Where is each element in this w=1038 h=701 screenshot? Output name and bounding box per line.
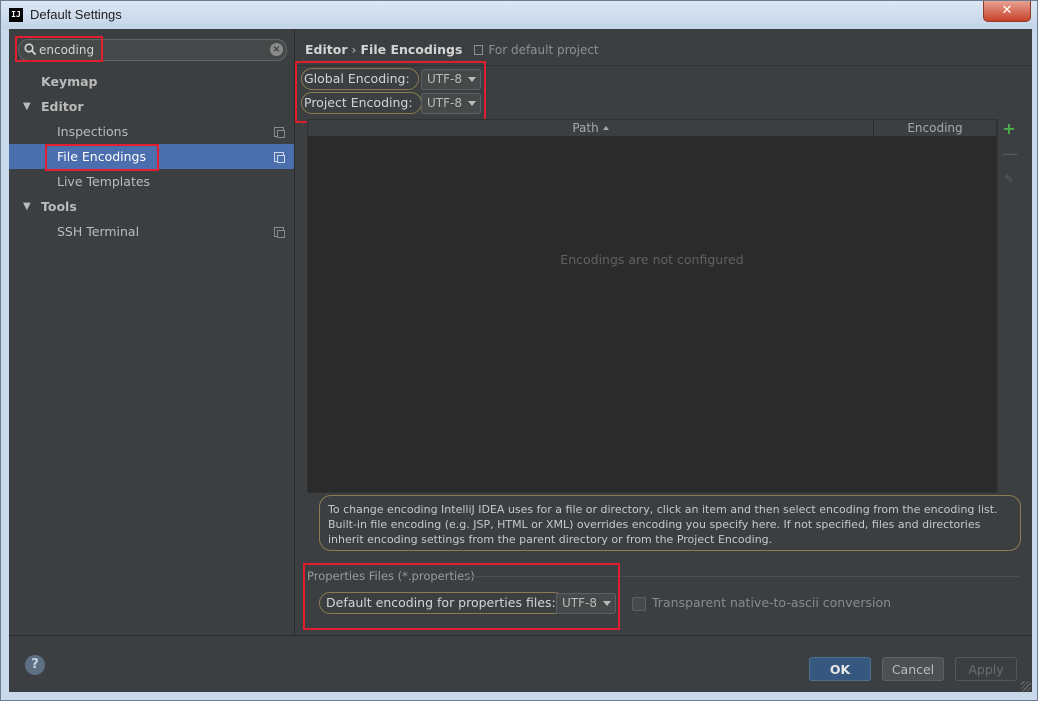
footer-divider bbox=[9, 635, 1032, 636]
tree-item-live-templates[interactable]: Live Templates bbox=[9, 169, 294, 194]
project-copy-icon bbox=[474, 45, 484, 55]
column-header-path[interactable]: Path bbox=[308, 120, 874, 136]
intellij-app-icon: IJ bbox=[9, 8, 23, 22]
tree-item-keymap[interactable]: Keymap bbox=[9, 69, 294, 94]
tree-item-tools[interactable]: ▼ Tools bbox=[9, 194, 294, 219]
tree-item-editor[interactable]: ▼ Editor bbox=[9, 94, 294, 119]
breadcrumb-parent: Editor bbox=[305, 42, 348, 57]
highlight-encodings-box bbox=[295, 61, 486, 123]
scope-note: For default project bbox=[474, 43, 599, 57]
resize-grip[interactable] bbox=[1021, 681, 1031, 691]
encodings-table[interactable]: Path Encoding Encodings are not configur… bbox=[307, 119, 997, 493]
tree-item-label: Tools bbox=[41, 199, 77, 214]
settings-content: Editor › File Encodings For default projec… bbox=[295, 29, 1032, 635]
empty-table-text: Encodings are not configured bbox=[560, 252, 744, 267]
apply-button[interactable]: Apply bbox=[955, 657, 1017, 681]
cancel-button[interactable]: Cancel bbox=[882, 657, 944, 681]
breadcrumb-separator: › bbox=[351, 42, 357, 57]
column-header-label: Encoding bbox=[907, 121, 963, 135]
highlight-search-box bbox=[15, 36, 103, 62]
tree-item-ssh-terminal[interactable]: SSH Terminal bbox=[9, 219, 294, 244]
project-copy-icon bbox=[274, 127, 285, 138]
edit-mapping-button[interactable]: ✎ bbox=[1002, 172, 1016, 186]
remove-mapping-button[interactable]: — bbox=[1002, 146, 1018, 162]
project-copy-icon bbox=[274, 227, 285, 238]
settings-sidebar: × Keymap ▼ Editor Inspections File Encod… bbox=[9, 29, 295, 635]
highlight-selected-item-box bbox=[45, 144, 159, 171]
encoding-help-text: To change encoding IntelliJ IDEA uses fo… bbox=[319, 495, 1021, 551]
tree-item-inspections[interactable]: Inspections bbox=[9, 119, 294, 144]
column-header-encoding[interactable]: Encoding bbox=[874, 120, 996, 136]
breadcrumb: Editor › File Encodings For default projec… bbox=[305, 42, 599, 57]
native-to-ascii-label[interactable]: Transparent native-to-ascii conversion bbox=[652, 595, 891, 610]
highlight-properties-box bbox=[303, 563, 620, 630]
expand-arrow-icon[interactable]: ▼ bbox=[23, 94, 31, 119]
tree-item-label: Live Templates bbox=[57, 174, 151, 189]
native-to-ascii-checkbox[interactable] bbox=[632, 597, 646, 611]
tree-item-label: SSH Terminal bbox=[57, 224, 140, 239]
ok-button[interactable]: OK bbox=[809, 657, 871, 681]
table-header: Path Encoding bbox=[308, 120, 996, 137]
clear-search-icon[interactable]: × bbox=[270, 43, 283, 56]
tree-item-label: Editor bbox=[41, 99, 84, 114]
table-toolbar: + — ✎ bbox=[997, 119, 1020, 491]
breadcrumb-current: File Encodings bbox=[360, 42, 463, 57]
title-bar[interactable]: IJ Default Settings ✕ bbox=[1, 1, 1037, 29]
column-header-label: Path bbox=[572, 121, 599, 135]
project-copy-icon bbox=[274, 152, 285, 163]
help-button[interactable]: ? bbox=[25, 655, 45, 675]
tree-item-label: Inspections bbox=[57, 124, 129, 139]
tree-item-label: Keymap bbox=[41, 74, 98, 89]
close-window-button[interactable]: ✕ bbox=[983, 1, 1031, 22]
settings-window: IJ Default Settings ✕ × Keymap ▼ Editor bbox=[0, 0, 1038, 701]
scope-note-text: For default project bbox=[488, 43, 599, 57]
add-mapping-button[interactable]: + bbox=[1002, 121, 1016, 137]
sort-ascending-icon bbox=[602, 126, 609, 130]
expand-arrow-icon[interactable]: ▼ bbox=[23, 194, 31, 219]
window-title: Default Settings bbox=[30, 7, 122, 22]
dialog-body: × Keymap ▼ Editor Inspections File Encod… bbox=[9, 29, 1032, 692]
